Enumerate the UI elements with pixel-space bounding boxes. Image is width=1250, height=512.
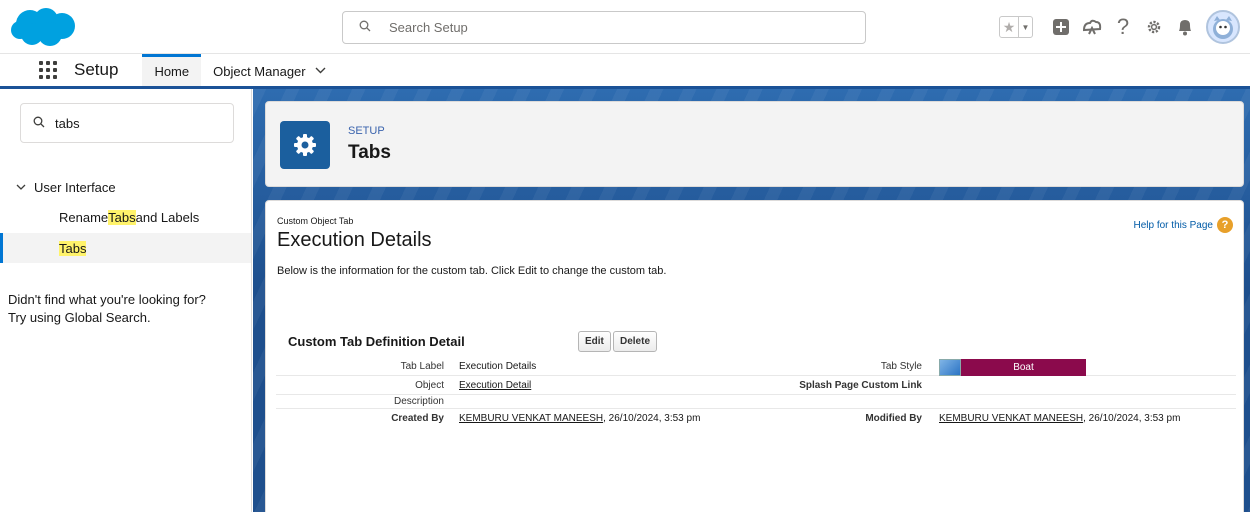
detail-table: Tab Label Execution Details Tab Style Bo… (276, 357, 1236, 428)
app-navigation: Setup Home Object Manager (0, 54, 1250, 89)
field-value: KEMBURU VENKAT MANEESH, 26/10/2024, 3:53… (459, 413, 700, 424)
detail-row: Tab Label Execution Details Tab Style Bo… (276, 357, 1236, 376)
delete-button[interactable]: Delete (613, 331, 658, 352)
tab-home[interactable]: Home (142, 54, 202, 86)
modified-by-user-link[interactable]: KEMBURU VENKAT MANEESH (939, 413, 1083, 424)
header-utility-icons: ★ ▼ ? (999, 8, 1240, 46)
tab-detail-card: Custom Object Tab Execution Details Help… (265, 200, 1244, 512)
record-description: Below is the information for the custom … (277, 265, 667, 277)
detail-row: Object Execution Detail Splash Page Cust… (276, 376, 1236, 395)
help-line-1: Didn't find what you're looking for? (8, 292, 206, 307)
tab-object-manager-label: Object Manager (213, 64, 306, 79)
object-link[interactable]: Execution Detail (459, 380, 531, 391)
detail-row: Created By KEMBURU VENKAT MANEESH, 26/10… (276, 409, 1236, 428)
page-kicker: SETUP (348, 125, 385, 137)
field-label: Splash Page Custom Link (799, 380, 922, 391)
quick-find-input[interactable] (55, 115, 225, 131)
search-icon (359, 20, 389, 35)
detail-row: Description (276, 395, 1236, 409)
field-label: Object (415, 380, 444, 391)
field-value: KEMBURU VENKAT MANEESH, 26/10/2024, 3:53… (939, 413, 1180, 424)
field-label: Tab Label (400, 361, 444, 372)
gear-icon[interactable] (1140, 13, 1168, 41)
search-highlight: Tabs (59, 240, 87, 256)
item-text-pre: Rename (59, 209, 109, 225)
add-icon[interactable] (1047, 13, 1075, 41)
tree-section-label: User Interface (34, 180, 116, 195)
main-content: SETUP Tabs Custom Object Tab Execution D… (253, 89, 1250, 512)
boat-icon (939, 359, 961, 376)
salesforce-logo[interactable] (8, 6, 80, 48)
section-title: Custom Tab Definition Detail (288, 334, 465, 349)
tab-style-value: Boat (939, 359, 1086, 376)
bell-icon[interactable] (1171, 13, 1199, 41)
field-label: Created By (391, 413, 444, 424)
app-launcher-icon[interactable] (34, 54, 62, 86)
help-link-text[interactable]: Help for this Page (1134, 220, 1214, 231)
field-label: Tab Style (880, 361, 922, 372)
gear-icon (280, 121, 330, 169)
setup-sidebar: User Interface Rename Tabs and Labels Ta… (0, 89, 252, 512)
edit-button[interactable]: Edit (578, 331, 611, 352)
help-icon[interactable]: ? (1217, 217, 1233, 233)
item-text-post: and Labels (135, 209, 200, 225)
page-header: SETUP Tabs (265, 101, 1244, 187)
record-title: Execution Details (277, 229, 432, 251)
quick-find-box[interactable] (20, 103, 234, 143)
search-icon (33, 116, 55, 131)
global-search[interactable] (342, 11, 866, 44)
created-by-user-link[interactable]: KEMBURU VENKAT MANEESH (459, 413, 603, 424)
global-search-input[interactable] (389, 20, 829, 35)
tab-object-manager[interactable]: Object Manager (201, 54, 338, 86)
chevron-down-icon[interactable] (315, 66, 326, 77)
field-value: Execution Detail (459, 380, 531, 391)
tab-home-label: Home (154, 64, 190, 79)
app-name: Setup (74, 60, 119, 79)
created-date: , 26/10/2024, 3:53 pm (603, 413, 701, 424)
sidebar-item-rename-tabs[interactable]: Rename Tabs and Labels (0, 202, 251, 232)
avatar[interactable] (1206, 10, 1240, 44)
help-icon[interactable]: ? (1109, 13, 1137, 41)
field-label: Description (393, 396, 444, 407)
global-header: ★ ▼ ? (0, 0, 1250, 54)
record-type-label: Custom Object Tab (277, 216, 354, 226)
help-line-2: Try using Global Search. (8, 310, 151, 325)
tree-section-user-interface[interactable]: User Interface (16, 180, 116, 195)
modified-date: , 26/10/2024, 3:53 pm (1083, 413, 1181, 424)
chevron-down-icon[interactable] (16, 182, 26, 193)
sidebar-item-tabs[interactable]: Tabs (0, 233, 251, 263)
help-for-page-link[interactable]: Help for this Page ? (1134, 217, 1233, 233)
field-label: Modified By (865, 413, 922, 424)
field-value: Execution Details (459, 361, 537, 372)
sidebar-help-text: Didn't find what you're looking for? Try… (8, 291, 248, 327)
favorites-dropdown-icon[interactable]: ▼ (1018, 17, 1032, 37)
search-highlight: Tabs (108, 209, 136, 225)
page-title: Tabs (348, 142, 391, 163)
tab-style-swatch: Boat (961, 359, 1086, 376)
favorites-group: ★ ▼ (999, 16, 1033, 38)
trailhead-icon[interactable] (1078, 13, 1106, 41)
star-icon[interactable]: ★ (1000, 17, 1018, 37)
